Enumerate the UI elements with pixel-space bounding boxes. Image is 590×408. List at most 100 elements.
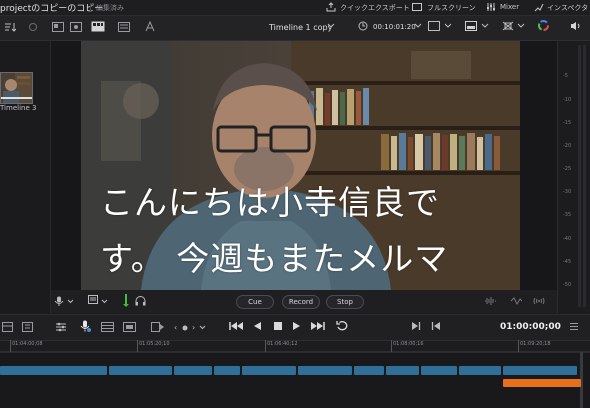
overlay-icon[interactable] bbox=[465, 21, 477, 31]
go-to-end-icon[interactable] bbox=[311, 321, 325, 331]
subtitle-line-2: す。 今週もまたメルマ bbox=[100, 239, 449, 278]
list-view-icon[interactable] bbox=[118, 22, 130, 32]
timeline-clip[interactable] bbox=[214, 366, 240, 375]
meter-tick: -20 bbox=[563, 143, 572, 149]
volume-icon[interactable] bbox=[570, 21, 581, 31]
timeline-options-icon[interactable] bbox=[22, 322, 33, 332]
menu-icon[interactable] bbox=[569, 322, 579, 331]
meter-tick: -40 bbox=[563, 236, 572, 242]
meter-tick: -45 bbox=[563, 259, 572, 265]
inspector-button[interactable]: インスペクタ bbox=[547, 3, 588, 13]
insert-clip-icon[interactable] bbox=[101, 322, 114, 332]
normalize-icon[interactable] bbox=[510, 296, 522, 306]
timeline-clip[interactable] bbox=[242, 366, 296, 375]
prev-marker-icon[interactable]: ‹ bbox=[174, 323, 177, 332]
ruler-label: 01:04:00;08 bbox=[12, 341, 43, 347]
mark-in-icon[interactable] bbox=[411, 321, 421, 331]
viewer-toolbar: Timeline 1 copy 00:10:01:20 bbox=[0, 16, 590, 41]
meter-tick: -5 bbox=[563, 73, 568, 79]
timeline-clip[interactable] bbox=[459, 366, 501, 375]
timeline-selector[interactable]: Timeline 1 copy bbox=[269, 23, 332, 32]
meter-tick: -50 bbox=[563, 282, 572, 288]
overwrite-clip-icon[interactable] bbox=[123, 322, 136, 332]
project-title: projectのコピーのコピー bbox=[0, 4, 104, 14]
cue-button[interactable]: Cue bbox=[236, 295, 274, 309]
track-chevron-icon[interactable] bbox=[101, 299, 108, 304]
microphone-source-icon[interactable] bbox=[54, 296, 64, 307]
fullscreen-icon[interactable] bbox=[412, 3, 422, 11]
timeline-clip[interactable] bbox=[354, 366, 384, 375]
meter-tick: -25 bbox=[563, 166, 572, 172]
track-select-icon[interactable] bbox=[88, 295, 99, 306]
frame-view-icon[interactable] bbox=[70, 22, 82, 32]
timeline-thumbnail[interactable] bbox=[0, 72, 33, 104]
viewer-layout-icon[interactable] bbox=[428, 21, 440, 31]
output-icon[interactable] bbox=[533, 296, 545, 306]
timeline-clip[interactable] bbox=[503, 366, 577, 375]
waveform-icon[interactable] bbox=[484, 296, 496, 306]
stop-button[interactable]: Stop bbox=[326, 295, 364, 309]
timeline-clip[interactable] bbox=[0, 366, 107, 375]
record-button[interactable]: Record bbox=[282, 295, 320, 309]
subtitle-clip[interactable] bbox=[503, 379, 581, 387]
quick-export-button[interactable]: クイックエクスポート bbox=[340, 3, 410, 13]
color-wheel-icon[interactable] bbox=[538, 20, 549, 31]
transform-icon[interactable] bbox=[502, 21, 514, 31]
timecode-clock-icon bbox=[358, 21, 368, 31]
timeline-clip[interactable] bbox=[386, 366, 419, 375]
sync-icon[interactable] bbox=[28, 22, 38, 32]
track-settings-icon[interactable] bbox=[55, 322, 67, 332]
text-tool-icon[interactable] bbox=[145, 21, 155, 32]
meter-bar-left bbox=[578, 45, 581, 307]
next-marker-icon[interactable]: › bbox=[192, 323, 195, 332]
mixer-button[interactable]: Mixer bbox=[500, 3, 519, 11]
replace-clip-icon[interactable] bbox=[151, 322, 165, 332]
marker-chevron-icon[interactable] bbox=[199, 325, 206, 330]
voiceover-mic-icon[interactable] bbox=[79, 320, 91, 333]
grid-view-icon[interactable] bbox=[91, 21, 105, 32]
subtitle-line-1: こんにちは小寺信良で bbox=[100, 183, 440, 222]
top-bar: projectのコピーのコピー 編集済み クイックエクスポート フルスクリーン … bbox=[0, 0, 590, 16]
mic-chevron-icon[interactable] bbox=[67, 299, 74, 304]
play-reverse-icon[interactable] bbox=[253, 321, 262, 331]
layout-chevron-icon[interactable] bbox=[444, 23, 452, 29]
inspector-icon[interactable] bbox=[534, 2, 544, 12]
loop-icon[interactable] bbox=[336, 320, 349, 331]
quick-export-icon[interactable] bbox=[326, 2, 336, 12]
transform-chevron-icon[interactable] bbox=[517, 23, 525, 29]
meter-bar-right bbox=[583, 45, 586, 307]
meter-tick: -35 bbox=[563, 212, 572, 218]
play-icon[interactable] bbox=[292, 321, 301, 331]
timeline-clip[interactable] bbox=[109, 366, 172, 375]
ruler-label: 01:06:40;12 bbox=[267, 341, 298, 347]
timecode-menu-chevron-icon[interactable] bbox=[414, 23, 422, 29]
overlay-chevron-icon[interactable] bbox=[481, 23, 489, 29]
timeline-clip[interactable] bbox=[174, 366, 212, 375]
ruler-label: 01:09:20;18 bbox=[520, 341, 551, 347]
mark-out-icon[interactable] bbox=[431, 321, 441, 331]
chevron-down-icon[interactable] bbox=[327, 23, 335, 29]
clip-view-icon[interactable] bbox=[52, 22, 64, 32]
media-pool-panel: Timeline 3 bbox=[0, 41, 51, 313]
sort-icon[interactable] bbox=[4, 22, 16, 32]
go-to-start-icon[interactable] bbox=[229, 321, 243, 331]
timeline-ruler[interactable]: 01:04:00;08 01:05:20;10 01:06:40;12 01:0… bbox=[0, 340, 590, 352]
timeline-timecode[interactable]: 01:00:00;00 bbox=[500, 322, 561, 332]
timeline-view-icon[interactable] bbox=[2, 322, 13, 332]
media-item-label: Timeline 3 bbox=[0, 104, 37, 112]
timeline-track-area[interactable] bbox=[0, 352, 590, 408]
timeline-clip[interactable] bbox=[421, 366, 457, 375]
audio-meter bbox=[557, 41, 590, 313]
timeline-clip[interactable] bbox=[298, 366, 352, 375]
meter-tick: -10 bbox=[563, 97, 572, 103]
viewer-timecode[interactable]: 00:10:01:20 bbox=[373, 23, 416, 31]
fullscreen-button[interactable]: フルスクリーン bbox=[427, 3, 476, 13]
project-status: 編集済み bbox=[96, 4, 124, 12]
timeline-toolbar: ‹ › 01:00:00;00 bbox=[0, 314, 590, 341]
marker-dot-icon[interactable] bbox=[182, 325, 188, 331]
mixer-icon[interactable] bbox=[486, 2, 496, 12]
stop-icon[interactable] bbox=[273, 321, 283, 331]
ruler-label: 01:08:00;16 bbox=[393, 341, 424, 347]
title-divider bbox=[90, 3, 91, 12]
headphones-icon[interactable] bbox=[135, 295, 146, 306]
